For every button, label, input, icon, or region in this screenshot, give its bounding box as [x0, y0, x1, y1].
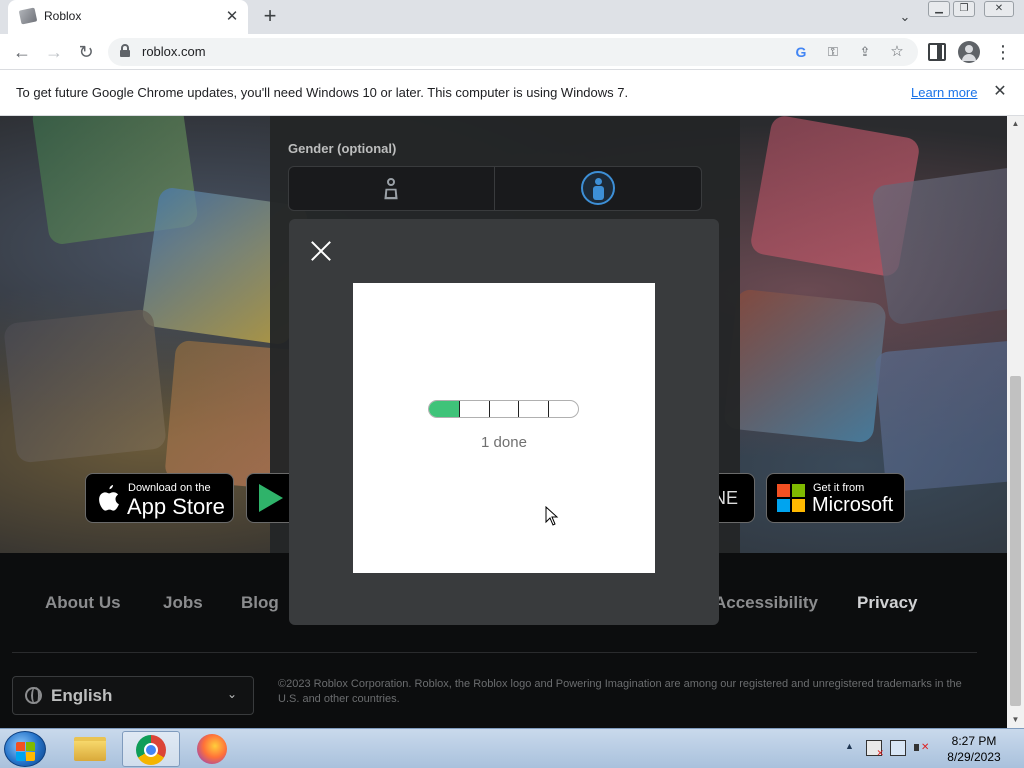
- infobar-close-icon[interactable]: ✕: [990, 82, 1010, 102]
- app-store-badge[interactable]: Download on the App Store: [85, 473, 234, 523]
- gender-male-button[interactable]: [495, 167, 701, 210]
- verification-modal: 1 done: [289, 219, 719, 625]
- close-icon[interactable]: [307, 237, 335, 265]
- taskbar-explorer[interactable]: [62, 731, 120, 767]
- footer-link-privacy[interactable]: Privacy: [857, 593, 918, 613]
- gender-female-button[interactable]: [289, 167, 495, 210]
- tray-expand-icon[interactable]: ▲: [845, 741, 854, 751]
- learn-more-link[interactable]: Learn more: [911, 85, 977, 100]
- window-minimize-button[interactable]: ▁: [928, 1, 950, 17]
- action-center-flag-icon[interactable]: [866, 740, 884, 759]
- progress-segment-divider: [518, 401, 519, 417]
- scroll-up-icon[interactable]: ▲: [1007, 116, 1024, 132]
- scrollbar-thumb[interactable]: [1010, 376, 1021, 706]
- window-close-button[interactable]: ✕: [984, 1, 1014, 17]
- new-tab-icon[interactable]: +: [258, 5, 282, 29]
- side-panel-icon[interactable]: [928, 43, 946, 61]
- key-icon[interactable]: ⚿: [824, 43, 842, 61]
- star-icon[interactable]: ☆: [888, 43, 906, 61]
- gender-selector: [288, 166, 702, 211]
- scroll-down-icon[interactable]: ▼: [1007, 712, 1024, 728]
- game-tile: [723, 288, 887, 444]
- tab-title: Roblox: [44, 9, 82, 23]
- start-button[interactable]: [4, 731, 46, 767]
- progress-segment-divider: [548, 401, 549, 417]
- taskbar-firefox[interactable]: [184, 731, 242, 767]
- footer-link-blog[interactable]: Blog: [241, 593, 279, 613]
- tab-search-chevron-icon[interactable]: ⌄: [894, 6, 916, 28]
- roblox-favicon-icon: [18, 7, 38, 25]
- browser-tab[interactable]: Roblox ✕: [8, 0, 248, 34]
- url-text[interactable]: roblox.com: [142, 44, 206, 59]
- browser-toolbar: ← → ↻ roblox.com G ⚿ ⇪ ☆: [0, 34, 1024, 70]
- female-icon: [382, 178, 400, 200]
- footer-divider: [12, 652, 977, 653]
- game-tile: [3, 308, 167, 464]
- progress-segment-divider: [459, 401, 460, 417]
- captcha-progress-bar: [428, 400, 579, 418]
- appstore-big-text: App Store: [127, 494, 225, 519]
- progress-fill: [429, 401, 459, 417]
- footer-link-about[interactable]: About Us: [45, 593, 121, 613]
- microsoft-small-text: Get it from: [813, 482, 865, 494]
- copyright-text: ©2023 Roblox Corporation. Roblox, the Ro…: [278, 678, 962, 705]
- tab-strip: Roblox ✕ + ⌄ ▁ ❐ ✕: [0, 0, 1024, 34]
- menu-icon[interactable]: ⋮: [994, 41, 1012, 63]
- update-infobar: To get future Google Chrome updates, you…: [0, 70, 1024, 116]
- game-tile: [870, 166, 1007, 326]
- microsoft-big-text: Microsoft: [812, 494, 894, 516]
- taskbar-chrome[interactable]: [122, 731, 180, 767]
- language-value: English: [51, 686, 113, 705]
- volume-muted-icon[interactable]: [914, 740, 930, 756]
- page-scrollbar[interactable]: ▲ ▼: [1007, 116, 1024, 728]
- reload-icon[interactable]: ↻: [74, 40, 98, 64]
- globe-icon: [25, 687, 42, 704]
- network-icon[interactable]: [890, 740, 906, 756]
- infobar-message: To get future Google Chrome updates, you…: [16, 85, 629, 100]
- microsoft-store-badge[interactable]: Get it from Microsoft: [766, 473, 905, 523]
- folder-icon: [74, 737, 106, 761]
- windows-taskbar: ▲ 8:27 PM 8/29/2023: [0, 728, 1024, 768]
- male-icon: [581, 171, 615, 205]
- tab-close-icon[interactable]: ✕: [222, 7, 242, 27]
- clock-time[interactable]: 8:27 PM: [936, 734, 1012, 748]
- google-play-icon: [259, 484, 283, 512]
- footer-link-accessibility[interactable]: Accessibility: [714, 593, 818, 613]
- appstore-small-text: Download on the: [128, 482, 211, 494]
- chrome-icon: [136, 735, 166, 765]
- address-bar[interactable]: roblox.com G ⚿ ⇪ ☆: [108, 38, 918, 66]
- captcha-frame[interactable]: 1 done: [353, 283, 655, 573]
- forward-icon[interactable]: →: [42, 40, 66, 64]
- clock-date[interactable]: 8/29/2023: [936, 750, 1012, 764]
- apple-icon: [96, 484, 120, 517]
- microsoft-logo-icon: [777, 484, 805, 512]
- mouse-cursor-icon: [545, 506, 559, 526]
- game-tile: [874, 339, 1007, 493]
- firefox-icon: [197, 734, 227, 764]
- profile-icon[interactable]: [958, 41, 980, 63]
- share-icon[interactable]: ⇪: [856, 43, 874, 61]
- lock-icon[interactable]: [120, 44, 130, 57]
- progress-segment-divider: [489, 401, 490, 417]
- gender-label: Gender (optional): [288, 141, 397, 156]
- language-select[interactable]: English ⌄: [12, 676, 254, 715]
- progress-status-text: 1 done: [481, 434, 527, 451]
- footer-link-jobs[interactable]: Jobs: [163, 593, 203, 613]
- google-icon[interactable]: G: [792, 43, 810, 61]
- window-restore-button[interactable]: ❐: [953, 1, 975, 17]
- back-icon[interactable]: ←: [10, 40, 34, 64]
- chevron-down-icon: ⌄: [227, 687, 238, 701]
